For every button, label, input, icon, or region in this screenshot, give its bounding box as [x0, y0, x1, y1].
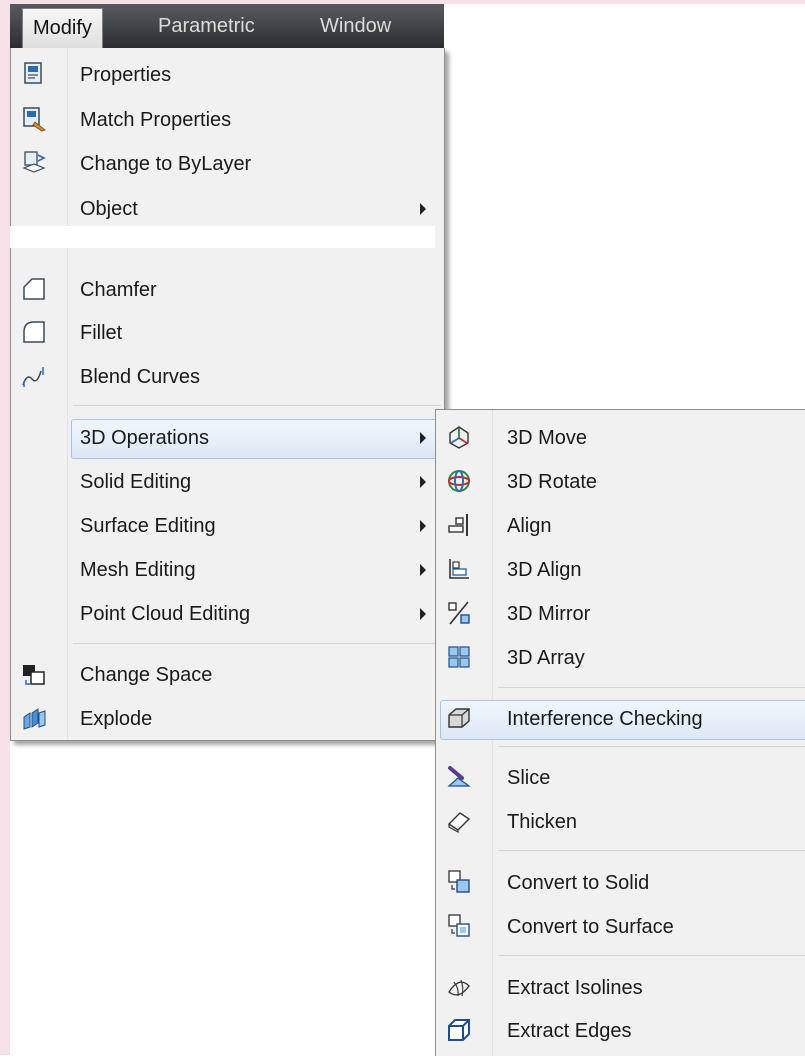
menu-separator: [73, 405, 441, 406]
submenu-arrow-icon: [420, 520, 426, 532]
menu-item-mesh-editing[interactable]: Mesh Editing: [11, 550, 444, 590]
submenu-item-label: Slice: [507, 767, 551, 789]
menu-item-label: Solid Editing: [80, 471, 192, 493]
menu-item-3d-operations[interactable]: 3D Operations: [11, 418, 444, 459]
submenu-item-extract-isolines[interactable]: Extract Isolines: [436, 968, 805, 1008]
submenu-item-label: 3D Move: [507, 427, 588, 449]
menu-item-label: Mesh Editing: [80, 559, 196, 581]
extract-isolines-icon: [448, 979, 470, 997]
menu-item-label: Explode: [80, 708, 153, 730]
page-background-strip: [0, 0, 10, 1055]
menu-item-properties[interactable]: Properties: [11, 55, 444, 95]
modify-dropdown: Properties Match Properties Change to By…: [10, 48, 445, 741]
submenu-item-3d-move[interactable]: 3D Move: [436, 418, 805, 458]
menu-item-change-space[interactable]: Change Space: [11, 655, 444, 695]
submenu-item-align[interactable]: Align: [436, 506, 805, 546]
menu-parametric[interactable]: Parametric: [148, 8, 265, 44]
submenu-arrow-icon: [420, 203, 426, 215]
submenu-item-label: 3D Array: [507, 647, 585, 669]
menu-item-blend-curves[interactable]: Blend Curves: [11, 357, 444, 397]
menu-item-fillet[interactable]: Fillet: [11, 313, 444, 353]
submenu-item-label: 3D Mirror: [507, 603, 591, 625]
3d-move-icon: [449, 426, 469, 449]
3d-operations-submenu: 3D Move 3D Rotate Align 3D Align 3D Mirr…: [435, 409, 805, 1056]
submenu-item-label: 3D Align: [507, 559, 582, 581]
submenu-separator: [498, 850, 805, 851]
menu-item-object[interactable]: Object: [11, 189, 444, 229]
fillet-icon: [23, 321, 45, 343]
menu-item-chamfer[interactable]: Chamfer: [11, 270, 444, 310]
submenu-item-label: Interference Checking: [507, 708, 703, 730]
menu-item-change-to-bylayer[interactable]: Change to ByLayer: [11, 144, 444, 184]
menu-item-label: Match Properties: [80, 109, 232, 131]
menu-item-match-properties[interactable]: Match Properties: [11, 100, 444, 140]
screenshot-cut-band: [10, 226, 435, 248]
3d-array-icon: [448, 646, 470, 668]
change-bylayer-icon: [22, 151, 46, 173]
submenu-item-convert-to-solid[interactable]: Convert to Solid: [436, 863, 805, 903]
submenu-item-label: Extract Edges: [507, 1020, 632, 1042]
menu-item-label: Change Space: [80, 664, 213, 686]
submenu-item-label: Thicken: [507, 811, 578, 833]
menu-item-point-cloud-editing[interactable]: Point Cloud Editing: [11, 594, 444, 634]
submenu-item-thicken[interactable]: Thicken: [436, 802, 805, 842]
submenu-item-3d-array[interactable]: 3D Array: [436, 638, 805, 678]
explode-icon: [23, 708, 46, 730]
properties-icon: [24, 62, 42, 84]
submenu-separator: [498, 955, 805, 956]
align-icon: [448, 514, 468, 536]
menu-item-label: Chamfer: [80, 279, 157, 301]
menu-item-surface-editing[interactable]: Surface Editing: [11, 506, 444, 546]
menu-window[interactable]: Window: [310, 8, 401, 44]
extract-edges-icon: [448, 1019, 470, 1041]
chamfer-icon: [23, 278, 45, 300]
3d-align-icon: [449, 559, 469, 579]
thicken-icon: [447, 812, 471, 834]
submenu-separator: [498, 687, 805, 688]
menu-item-label: Point Cloud Editing: [80, 603, 251, 625]
submenu-item-interference-checking[interactable]: Interference Checking: [436, 699, 805, 740]
submenu-arrow-icon: [420, 432, 426, 444]
submenu-item-label: Convert to Solid: [507, 872, 650, 894]
interference-checking-icon: [448, 708, 470, 728]
match-properties-icon: [23, 107, 46, 132]
submenu-item-3d-align[interactable]: 3D Align: [436, 550, 805, 590]
blend-curves-icon: [22, 367, 44, 387]
slice-icon: [447, 766, 471, 787]
submenu-arrow-icon: [420, 564, 426, 576]
menu-item-label: Change to ByLayer: [80, 153, 252, 175]
change-space-icon: [23, 665, 45, 685]
menu-item-label: Object: [80, 198, 138, 220]
menu-separator: [73, 643, 441, 644]
submenu-item-extract-edges[interactable]: Extract Edges: [436, 1011, 805, 1051]
menu-modify[interactable]: Modify: [22, 8, 103, 49]
submenu-item-slice[interactable]: Slice: [436, 758, 805, 798]
menu-item-label: Surface Editing: [80, 515, 216, 537]
menu-item-explode[interactable]: Explode: [11, 699, 444, 739]
submenu-item-3d-mirror[interactable]: 3D Mirror: [436, 594, 805, 634]
submenu-arrow-icon: [420, 476, 426, 488]
submenu-item-label: Extract Isolines: [507, 977, 643, 999]
convert-to-solid-icon: [448, 870, 470, 893]
menu-item-solid-editing[interactable]: Solid Editing: [11, 462, 444, 502]
submenu-item-label: 3D Rotate: [507, 471, 598, 493]
3d-rotate-icon: [448, 470, 470, 492]
convert-to-surface-icon: [448, 914, 470, 937]
submenu-arrow-icon: [420, 608, 426, 620]
submenu-item-3d-rotate[interactable]: 3D Rotate: [436, 462, 805, 502]
menu-item-label: Properties: [80, 64, 172, 86]
menu-item-label: Blend Curves: [80, 366, 201, 388]
menu-item-label: Fillet: [80, 322, 123, 344]
submenu-separator: [498, 746, 805, 747]
submenu-item-label: Convert to Surface: [507, 916, 674, 938]
menu-item-label: 3D Operations: [80, 427, 209, 449]
menu-bar: Modify Parametric Window: [10, 4, 444, 49]
submenu-item-label: Align: [507, 515, 552, 537]
3d-mirror-icon: [448, 601, 470, 625]
submenu-item-convert-to-surface[interactable]: Convert to Surface: [436, 907, 805, 947]
